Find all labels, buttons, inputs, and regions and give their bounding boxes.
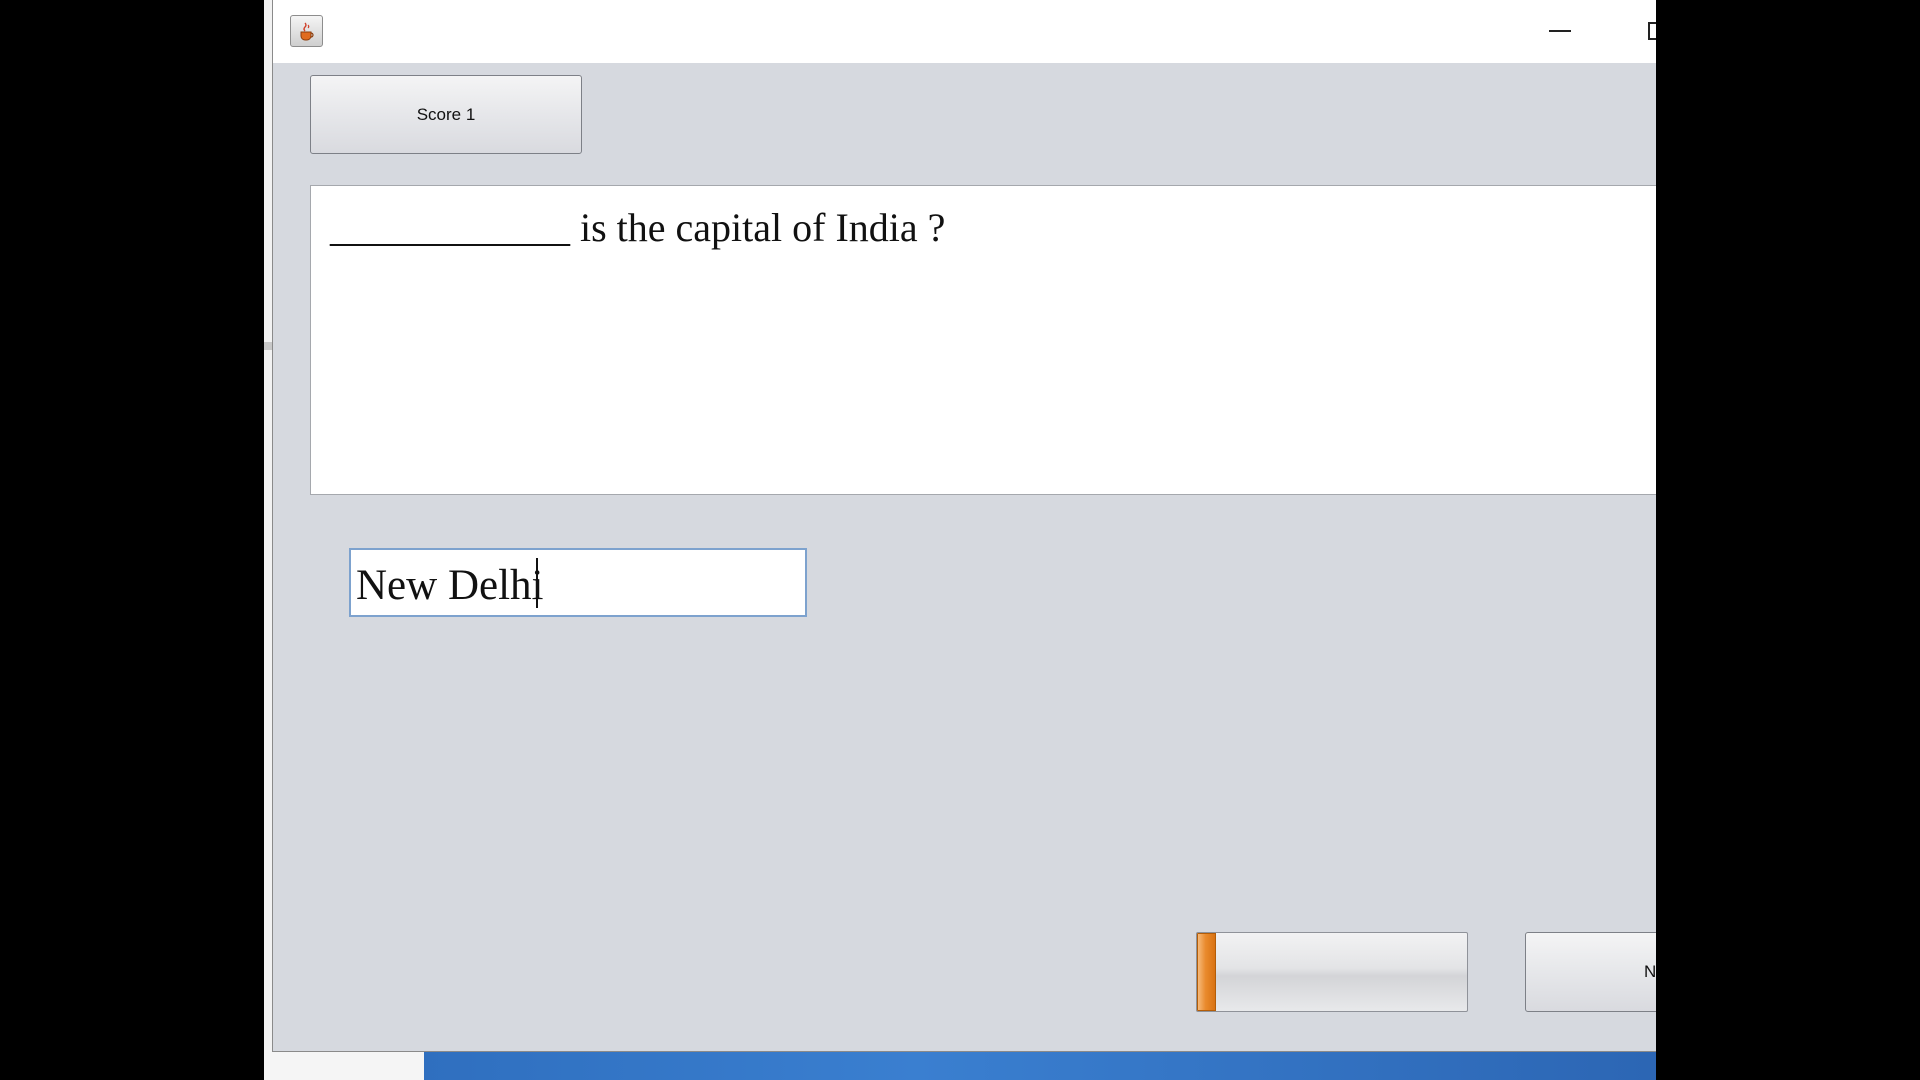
- taskbar-active-area[interactable]: [424, 1050, 1656, 1080]
- desktop-edge-mark: [264, 342, 272, 350]
- answer-input[interactable]: [349, 548, 807, 617]
- maximize-icon[interactable]: [1648, 22, 1656, 40]
- question-text: ____________ is the capital of India ?: [330, 205, 946, 250]
- next-button[interactable]: N: [1525, 932, 1656, 1012]
- text-caret: [536, 558, 538, 608]
- progress-fill: [1197, 933, 1216, 1011]
- question-panel: ____________ is the capital of India ?: [310, 185, 1656, 495]
- java-coffee-cup-icon[interactable]: [290, 15, 323, 47]
- quiz-window: Score 1 ____________ is the capital of I…: [272, 0, 1656, 1052]
- minimize-icon[interactable]: [1549, 30, 1571, 32]
- score-button[interactable]: Score 1: [310, 75, 582, 154]
- timer-progress-bar: [1196, 932, 1468, 1012]
- title-bar[interactable]: [273, 0, 1656, 63]
